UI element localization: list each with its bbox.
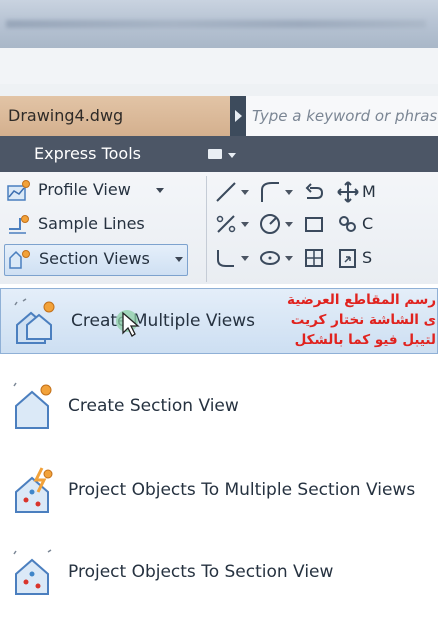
ribbon-tab-bar: Express Tools <box>0 136 438 172</box>
section-views-label: Section Views <box>39 249 150 268</box>
chevron-down-icon[interactable] <box>228 153 236 158</box>
project-multiple-icon <box>15 467 53 513</box>
tab-scroll-arrow-icon[interactable] <box>230 96 246 136</box>
ribbon-panel: Profile View Sample Lines Section Views … <box>0 172 438 284</box>
rectangle-tool-icon[interactable] <box>302 212 326 236</box>
menu-item-label: Create Multiple Views <box>71 311 256 331</box>
copy-tool-icon[interactable] <box>336 212 360 236</box>
annotation-line: ى الشاشة نختار كريت <box>290 312 436 328</box>
sample-lines-button[interactable]: Sample Lines <box>4 210 164 240</box>
sample-lines-icon <box>9 215 29 234</box>
profile-view-button[interactable]: Profile View <box>4 176 164 206</box>
ellipse-dropdown[interactable] <box>282 246 296 270</box>
copy-label: C <box>362 214 374 233</box>
section-views-button[interactable]: Section Views <box>4 244 188 276</box>
menu-item-project-objects-multiple[interactable]: Project Objects To Multiple Section View… <box>0 458 438 524</box>
profile-view-icon <box>7 180 30 201</box>
move-tool-icon[interactable] <box>336 180 360 204</box>
menu-item-project-objects-section-view[interactable]: Project Objects To Section View <box>0 540 438 606</box>
line-tool-icon[interactable] <box>214 180 238 204</box>
arc-tool-icon[interactable] <box>258 180 282 204</box>
project-section-view-icon <box>13 549 52 595</box>
percent-tool-icon[interactable] <box>214 212 238 236</box>
create-section-view-icon <box>13 382 52 429</box>
blurred-title-bar <box>0 0 438 48</box>
hatch-tool-icon[interactable] <box>302 246 326 270</box>
arabic-annotation: رسم المقاطع العرضية ى الشاشة نختار كريت … <box>240 290 436 350</box>
mouse-cursor-icon <box>116 310 140 337</box>
stretch-label: S <box>362 248 373 267</box>
move-label: M <box>362 182 376 201</box>
menu-item-create-section-view[interactable]: Create Section View <box>0 374 438 440</box>
menu-item-label: Project Objects To Multiple Section View… <box>68 480 416 500</box>
percent-dropdown[interactable] <box>238 212 252 236</box>
undo-tool-icon[interactable] <box>302 180 326 204</box>
stretch-tool-icon[interactable] <box>336 246 360 270</box>
circle-tool-icon[interactable] <box>258 212 282 236</box>
menu-item-label: Project Objects To Section View <box>68 562 334 582</box>
sample-lines-label: Sample Lines <box>38 214 145 233</box>
toolbar-band <box>0 48 438 85</box>
document-tab[interactable]: Drawing4.dwg <box>0 96 230 136</box>
chevron-down-icon <box>156 188 164 193</box>
ellipse-tool-icon[interactable] <box>258 246 282 270</box>
search-placeholder: Type a keyword or phrase <box>252 107 438 125</box>
tab-express-tools[interactable]: Express Tools <box>34 144 141 163</box>
section-views-icon <box>9 250 30 269</box>
polyline-dropdown[interactable] <box>238 246 252 270</box>
arc-dropdown[interactable] <box>282 180 296 204</box>
create-multiple-views-icon <box>14 298 55 344</box>
toolbar-band-lower <box>0 84 438 96</box>
menu-item-label: Create Section View <box>68 396 239 416</box>
line-dropdown[interactable] <box>238 180 252 204</box>
ribbon-options-icon[interactable] <box>208 149 222 159</box>
profile-view-label: Profile View <box>38 180 131 199</box>
search-input[interactable]: Type a keyword or phrase <box>246 96 438 137</box>
annotation-line: رسم المقاطع العرضية <box>287 292 436 308</box>
polyline-tool-icon[interactable] <box>214 246 238 270</box>
circle-dropdown[interactable] <box>282 212 296 236</box>
annotation-line: لتيبل فيو كما بالشكل <box>294 332 436 348</box>
document-tab-label: Drawing4.dwg <box>8 106 124 125</box>
chevron-down-icon <box>175 257 183 262</box>
panel-divider <box>206 176 207 282</box>
